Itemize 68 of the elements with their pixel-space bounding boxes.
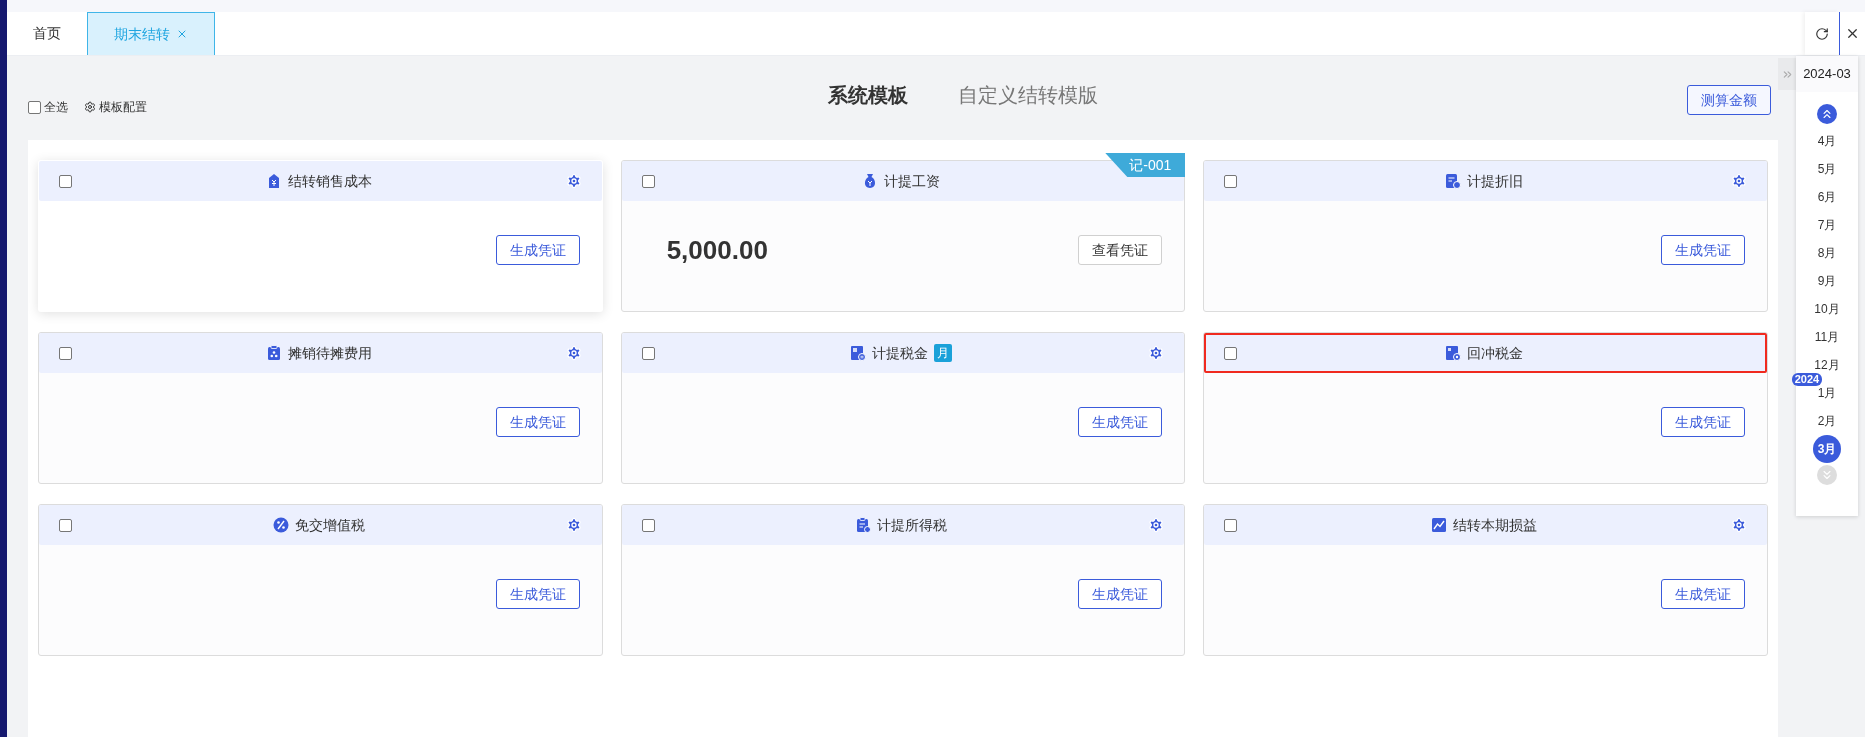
select-all-label[interactable]: 全选 [44,98,68,116]
settings-icon[interactable] [84,101,96,113]
scroll-up-button[interactable] [1817,103,1837,124]
settings-icon[interactable] [565,173,582,189]
current-period: 2024-03 [1796,56,1858,92]
card-title: 计提折旧 [1467,171,1524,191]
template-tab[interactable]: 系统模板 [828,80,908,110]
month-item[interactable]: 1月 [1817,383,1837,402]
refresh-button[interactable] [1805,12,1839,55]
settings-icon[interactable] [1148,345,1165,361]
refresh-icon [1815,26,1829,41]
card-title: 回冲税金 [1467,343,1524,363]
voucher-button[interactable]: 查看凭证 [1078,235,1163,265]
checkbox[interactable] [641,346,655,360]
month-item[interactable]: 4月 [1817,131,1837,150]
month-item[interactable]: 3月 [1813,434,1841,463]
page-tab[interactable]: 首页 [7,12,87,55]
checkbox[interactable] [1224,346,1238,360]
checkbox[interactable] [641,518,655,532]
template-config-link[interactable]: 模板配置 [99,98,147,116]
voucher-button[interactable]: 生成凭证 [1078,407,1163,437]
checkbox[interactable] [28,100,41,114]
month-item[interactable]: 6月 [1817,187,1837,206]
period-badge: 月 [934,344,953,362]
settings-icon[interactable] [565,517,582,533]
card-title: 计提工资 [884,171,941,191]
card-title: 免交增值税 [294,515,365,535]
month-item[interactable]: 2月 [1817,411,1837,430]
chart-icon [1431,517,1448,533]
voucher-button[interactable]: 生成凭证 [1078,579,1163,609]
checkbox[interactable] [641,174,655,188]
close-icon[interactable] [176,28,188,40]
checkbox[interactable] [59,346,72,360]
voucher-button[interactable]: 生成凭证 [495,235,580,265]
template-tab[interactable]: 自定义结转模版 [958,80,1098,110]
tax-document-icon [850,345,867,361]
voucher-button[interactable]: 生成凭证 [495,407,580,437]
voucher-button[interactable]: 生成凭证 [1661,235,1745,265]
clipboard-icon [855,517,872,533]
document-gear-icon [1445,345,1462,361]
estimate-button[interactable]: 测算金额 [1687,85,1771,115]
checkbox[interactable] [1224,174,1238,188]
voucher-button[interactable]: 生成凭证 [1661,579,1745,609]
card-title: 计提税金 [872,343,929,363]
month-item[interactable]: 10月 [1814,299,1840,318]
settings-icon[interactable] [1148,517,1165,533]
card-title: 结转本期损益 [1453,515,1538,535]
percent-icon [272,517,289,533]
voucher-button[interactable]: 生成凭证 [1661,407,1745,437]
month-item[interactable]: 11月 [1814,327,1840,346]
checkbox[interactable] [59,174,72,188]
month-item[interactable]: 8月 [1817,243,1837,262]
year-badge: 2024 [1791,372,1823,386]
month-item[interactable]: 5月 [1817,159,1837,178]
checkbox[interactable] [1224,518,1238,532]
settings-icon[interactable] [565,345,582,361]
month-item[interactable]: 7月 [1817,215,1837,234]
card-title: 计提所得税 [877,515,948,535]
month-item[interactable]: 12月 [1814,355,1840,374]
document-icon [1445,173,1462,189]
amount-value: 5,000.00 [666,234,768,265]
close-icon [1845,26,1860,41]
clipboard-icon [265,345,282,361]
card-title: 摊销待摊费用 [287,343,372,363]
card-title: 结转销售成本 [287,171,372,191]
voucher-button[interactable]: 生成凭证 [495,579,580,609]
month-item[interactable]: 9月 [1817,271,1837,290]
checkbox[interactable] [59,518,72,532]
